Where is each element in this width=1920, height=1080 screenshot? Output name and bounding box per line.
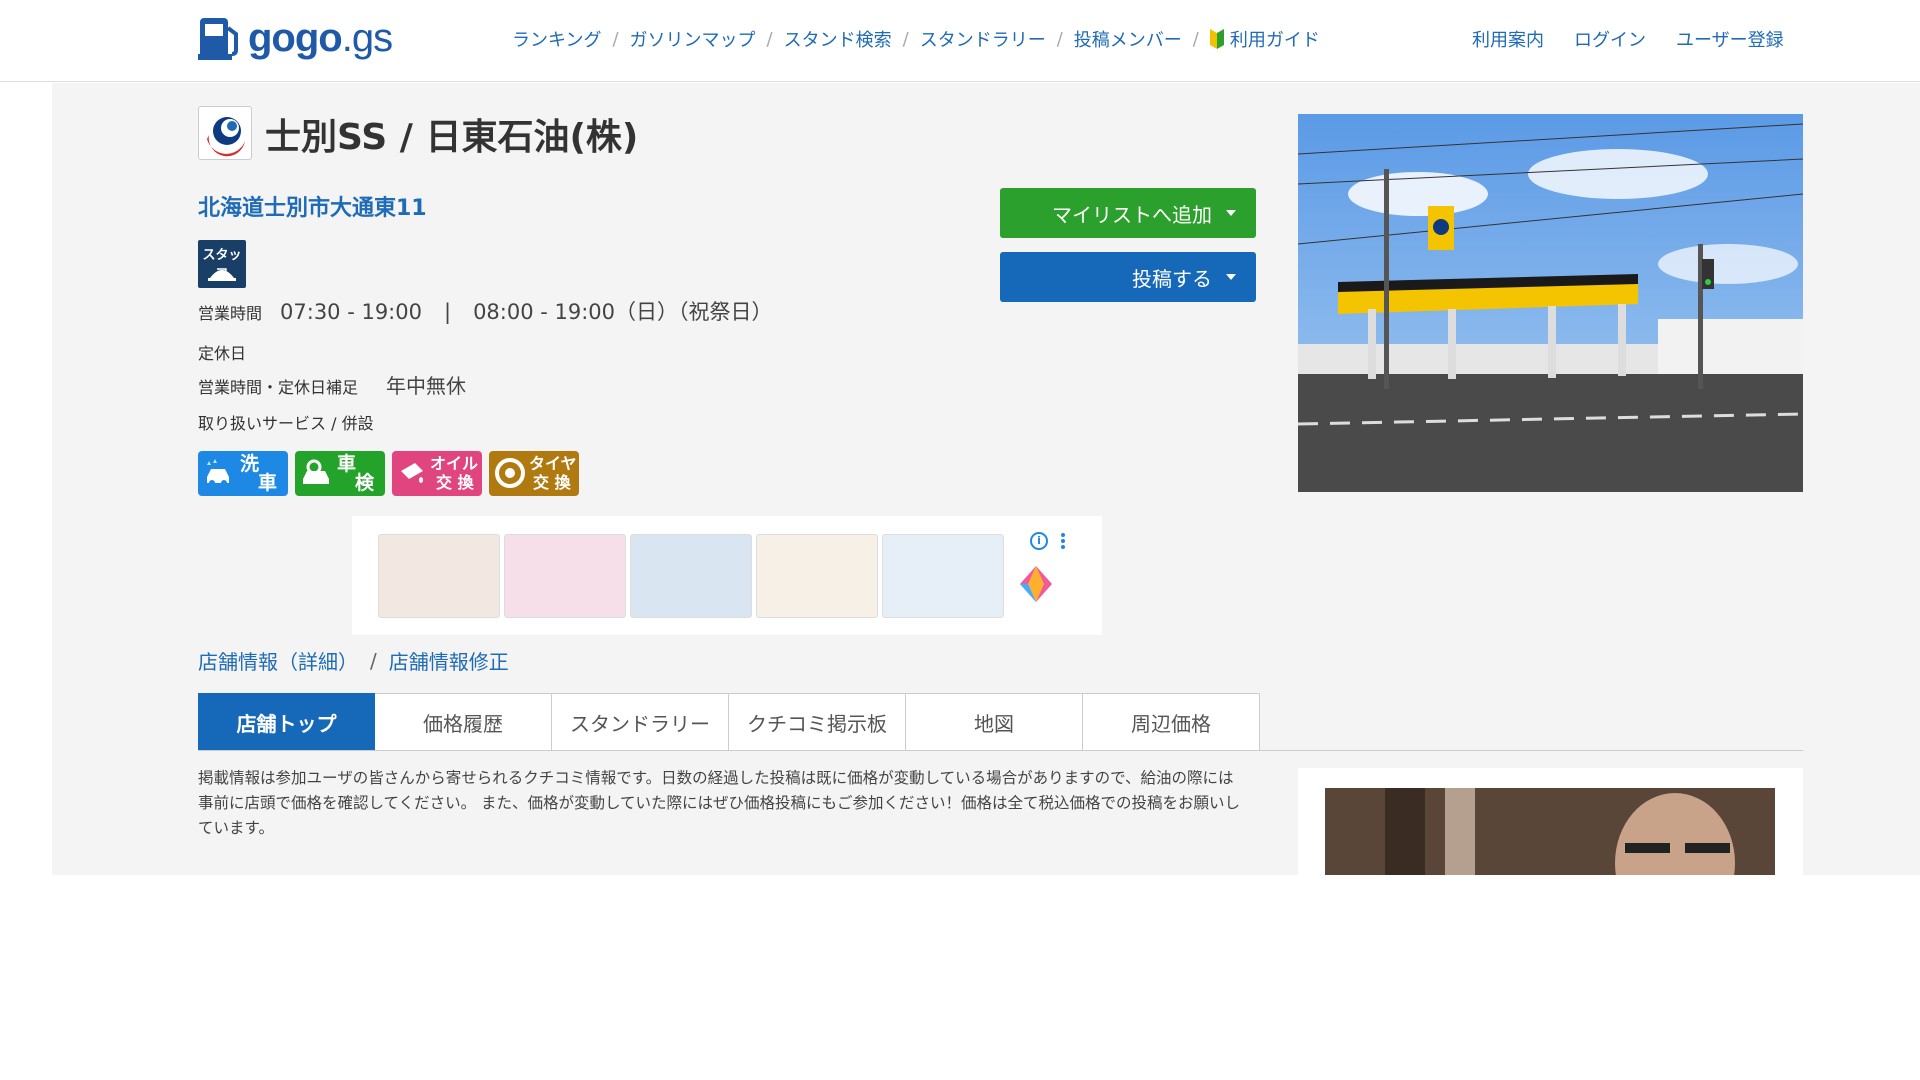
ad-thumbnail[interactable] (378, 534, 500, 618)
nav-separator: / (902, 28, 909, 50)
service-label: タイヤ (529, 454, 577, 473)
station-photo[interactable] (1298, 114, 1803, 492)
service-badges: 洗 車 車 検 オイル 交 換 タイヤ 交 換 (198, 451, 579, 496)
nav-separator: / (766, 28, 773, 50)
nav-usage-info[interactable]: 利用案内 (1472, 26, 1544, 52)
service-label: 交 換 (436, 473, 474, 492)
staff-attendant-icon (208, 270, 236, 281)
station-title: 士別SS / 日東石油(株) (265, 117, 639, 158)
service-car-inspection: 車 検 (295, 451, 385, 496)
car-wash-icon (207, 459, 229, 486)
service-label: オイル (430, 454, 479, 473)
nav-separator: / (1056, 28, 1063, 50)
add-to-mylist-label: マイリストへ追加 (1052, 202, 1212, 227)
supplement-value: 年中無休 (386, 374, 467, 398)
caret-down-icon (1226, 274, 1236, 280)
hours-supplement: 営業時間・定休日補足 年中無休 (198, 370, 466, 399)
beginner-mark-icon (1209, 29, 1224, 49)
post-button[interactable]: 投稿する (1000, 252, 1256, 302)
closed-days-label: 定休日 (198, 344, 247, 363)
service-oil-change: オイル 交 換 (392, 451, 482, 496)
business-hours: 営業時間 07:30 - 19:00 | 08:00 - 19:00（日）（祝祭… (198, 296, 773, 326)
station-address[interactable]: 北海道士別市大通東11 (198, 190, 427, 222)
tab-map[interactable]: 地図 (906, 693, 1083, 751)
nav-stand-search[interactable]: スタンド検索 (784, 26, 892, 52)
ad-thumbnail[interactable] (882, 534, 1004, 618)
nav-separator: / (612, 28, 619, 50)
ad-thumbnail[interactable] (630, 534, 752, 618)
login-link[interactable]: ログイン (1574, 26, 1646, 52)
car-inspection-icon (303, 459, 329, 484)
nav-gasoline-map[interactable]: ガソリンマップ (630, 26, 756, 52)
site-header: gogo.gs ランキング / ガソリンマップ / スタンド検索 / スタンドラ… (0, 0, 1920, 82)
account-nav: 利用案内 ログイン ユーザー登録 (1472, 26, 1784, 52)
tab-bar: 店舗トップ 価格履歴 スタンドラリー クチコミ掲示板 地図 周辺価格 (198, 693, 1260, 751)
hours-holiday: 08:00 - 19:00（日）（祝祭日） (473, 300, 773, 324)
store-links: 店舗情報（詳細） / 店舗情報修正 (198, 646, 509, 675)
ad-brand-icon (1020, 566, 1052, 602)
ad-info-icon[interactable]: i (1030, 532, 1048, 550)
ad-thumbnail[interactable] (756, 534, 878, 618)
nav-members[interactable]: 投稿メンバー (1074, 26, 1182, 52)
ad-thumbnail[interactable] (504, 534, 626, 618)
service-tire-change: タイヤ 交 換 (489, 451, 579, 496)
links-separator: / (370, 648, 377, 673)
caret-down-icon (1226, 210, 1236, 216)
services-label: 取り扱いサービス / 併設 (198, 414, 374, 433)
main-nav: ランキング / ガソリンマップ / スタンド検索 / スタンドラリー / 投稿メ… (512, 26, 1320, 52)
nav-stand-rally[interactable]: スタンドラリー (920, 26, 1046, 52)
service-label: 交 換 (533, 473, 571, 492)
tab-price-history[interactable]: 価格履歴 (375, 693, 552, 751)
ad-menu-icon[interactable] (1060, 532, 1066, 550)
notice-text: 掲載情報は参加ユーザの皆さんから寄せられるクチコミ情報です。日数の経過した投稿は… (198, 769, 1241, 837)
nav-separator: / (1192, 28, 1199, 50)
post-label: 投稿する (1132, 266, 1212, 291)
service-label: 車 (337, 453, 357, 475)
tab-store-top[interactable]: 店舗トップ (198, 693, 375, 751)
hours-separator: | (443, 300, 452, 324)
tire-change-icon (495, 458, 525, 488)
add-to-mylist-button[interactable]: マイリストへ追加 (1000, 188, 1256, 238)
hours-weekday: 07:30 - 19:00 (280, 300, 422, 324)
tab-review-board[interactable]: クチコミ掲示板 (729, 693, 906, 751)
nav-ranking[interactable]: ランキング (512, 26, 601, 52)
advertisement-banner[interactable]: i (352, 516, 1102, 635)
register-link[interactable]: ユーザー登録 (1676, 26, 1784, 52)
service-label: 検 (355, 472, 375, 494)
nav-guide-label[interactable]: 利用ガイド (1230, 26, 1320, 52)
tab-divider (198, 750, 1803, 751)
tab-nearby-prices[interactable]: 周辺価格 (1083, 693, 1260, 751)
service-label: 洗 (240, 453, 260, 475)
store-detail-link[interactable]: 店舗情報（詳細） (198, 646, 358, 675)
logo-text: gogo (248, 15, 343, 60)
supplement-label: 営業時間・定休日補足 (198, 378, 359, 397)
service-car-wash: 洗 車 (198, 451, 288, 496)
sidebar-ad-image[interactable] (1325, 788, 1775, 875)
nav-guide[interactable]: 利用ガイド (1209, 26, 1320, 52)
site-logo[interactable]: gogo.gs (198, 14, 393, 62)
oil-change-icon (401, 463, 423, 483)
service-label: 車 (258, 472, 278, 494)
brand-logo-icon (198, 106, 252, 160)
staff-badge: スタッフ (198, 240, 246, 288)
sidebar-ad[interactable] (1298, 768, 1803, 875)
gas-pump-logo-icon (198, 14, 242, 62)
logo-suffix: .gs (341, 15, 393, 60)
store-edit-link[interactable]: 店舗情報修正 (389, 646, 509, 675)
tab-stand-rally[interactable]: スタンドラリー (552, 693, 729, 751)
hours-label: 営業時間 (198, 304, 263, 323)
